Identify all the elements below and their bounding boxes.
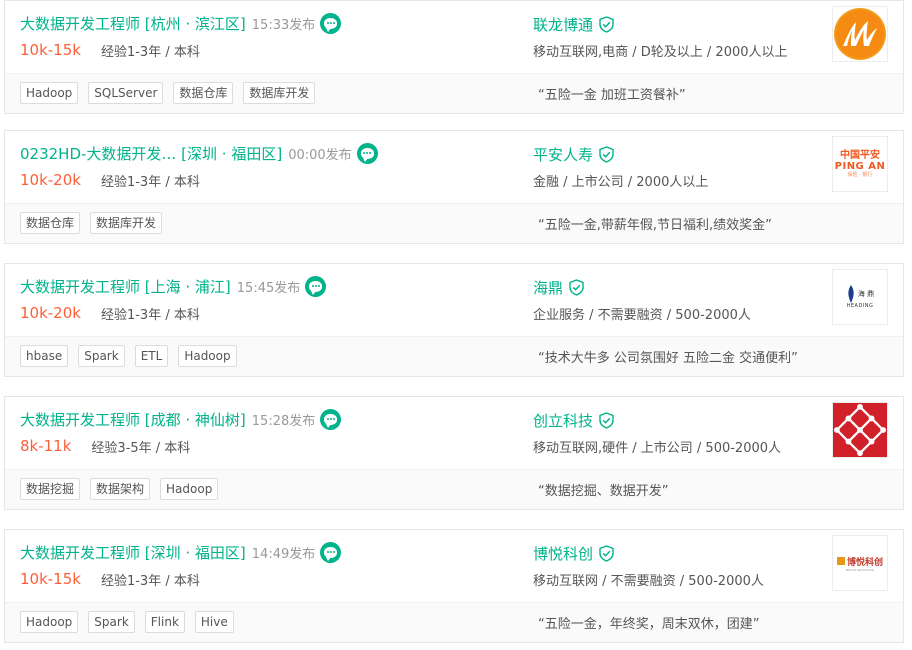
publish-time: 00:00发布 [288,147,352,163]
job-card[interactable]: 0232HD-大数据开发… [深圳 · 福田区] 00:00发布 10k-20k… [4,130,904,244]
skill-tag[interactable]: 数据架构 [90,478,151,500]
salary: 10k-20k [20,304,81,322]
boyue-mark-icon [836,557,845,565]
job-title-link[interactable]: 大数据开发工程师 [杭州 · 滨江区] [20,13,246,34]
skill-tag[interactable]: Hive [194,611,234,633]
skill-tag[interactable]: Hadoop [20,82,79,104]
company-name-link[interactable]: 创立科技 [533,410,593,431]
company-name-link[interactable]: 平安人寿 [533,144,593,165]
salary: 10k-20k [20,171,81,189]
job-title-link[interactable]: 大数据开发工程师 [上海 · 浦江] [20,276,231,297]
company-logo[interactable] [832,402,888,458]
job-title-link[interactable]: 0232HD-大数据开发… [深圳 · 福田区] [20,143,282,164]
company-benefit: “五险一金，年终奖，周末双休，团建” [538,617,760,632]
chat-icon[interactable] [320,12,342,34]
publish-time: 15:28发布 [251,413,316,429]
job-card[interactable]: 大数据开发工程师 [深圳 · 福田区] 14:49发布 10k-15k 经验1-… [4,529,904,643]
company-industry: 企业服务 / 不需要融资 / 500-2000人 [533,308,751,323]
skill-tag[interactable]: Hadoop [178,345,237,367]
publish-time: 15:45发布 [236,280,301,296]
company-benefit: “数据挖掘、数据开发” [538,484,669,499]
skill-tag[interactable]: ETL [134,345,169,367]
company-name-link[interactable]: 博悦科创 [533,543,593,564]
publish-time: 15:33发布 [251,17,316,33]
skill-tag[interactable]: Hadoop [160,478,219,500]
company-industry: 移动互联网,电商 / D轮及以上 / 2000人以上 [533,45,788,60]
job-requirement: 经验1-3年 / 本科 [100,174,200,190]
chat-icon[interactable] [320,541,342,563]
heading-mark-icon [848,285,854,303]
job-requirement: 经验3-5年 / 本科 [91,440,191,456]
company-industry: 移动互联网,硬件 / 上市公司 / 500-2000人 [533,441,782,456]
logo-text: HEADING [846,303,874,309]
job-card[interactable]: 大数据开发工程师 [上海 · 浦江] 15:45发布 10k-20k 经验1-3… [4,263,904,377]
company-logo[interactable]: 中国平安 PING AN 保险 · 银行 [832,136,888,192]
skill-tag[interactable]: Spark [88,611,135,633]
company-benefit: “五险一金 加班工资餐补” [538,88,686,103]
salary: 8k-11k [20,437,72,455]
skill-tag[interactable]: Spark [78,345,125,367]
chat-icon[interactable] [320,408,342,430]
skill-tag[interactable]: 数据库开发 [243,82,316,104]
job-requirement: 经验1-3年 / 本科 [100,307,200,323]
skill-tag[interactable]: 数据仓库 [173,82,234,104]
skill-tag[interactable]: 数据库开发 [90,212,163,234]
logo-text: PING AN [834,160,886,172]
company-logo[interactable] [832,6,888,62]
salary: 10k-15k [20,41,81,59]
skill-tag[interactable]: Flink [144,611,185,633]
logo-text: 博悦科创 [846,557,883,568]
skill-tag[interactable]: 数据挖掘 [20,478,81,500]
salary: 10k-15k [20,570,81,588]
company-name-link[interactable]: 联龙博通 [533,14,593,35]
verified-shield-icon [598,411,615,429]
verified-shield-icon [598,15,615,33]
verified-shield-icon [598,145,615,163]
verified-shield-icon [598,544,615,562]
company-industry: 金融 / 上市公司 / 2000人以上 [533,175,709,190]
job-requirement: 经验1-3年 / 本科 [100,44,200,60]
company-benefit: “技术大牛多 公司氛围好 五险二金 交通便利” [538,351,798,366]
company-name-link[interactable]: 海鼎 [533,277,563,298]
chat-icon[interactable] [305,275,327,297]
job-card[interactable]: 大数据开发工程师 [杭州 · 滨江区] 15:33发布 10k-15k 经验1-… [4,0,904,114]
chat-icon[interactable] [356,142,378,164]
company-logo[interactable]: 博悦科创 BOYUE KECHUANG [832,535,888,591]
skill-tag[interactable]: hbase [20,345,69,367]
logo-text: 中国平安 [840,149,880,161]
skill-tag[interactable]: SQLServer [88,82,164,104]
job-requirement: 经验1-3年 / 本科 [100,573,200,589]
skill-tag[interactable]: Hadoop [20,611,79,633]
company-industry: 移动互联网 / 不需要融资 / 500-2000人 [533,574,764,589]
publish-time: 14:49发布 [251,546,316,562]
logo-text: BOYUE KECHUANG [845,567,875,572]
job-title-link[interactable]: 大数据开发工程师 [成都 · 神仙树] [20,409,246,430]
logo-text: 保险 · 银行 [847,171,873,178]
skill-tag[interactable]: 数据仓库 [20,212,81,234]
job-title-link[interactable]: 大数据开发工程师 [深圳 · 福田区] [20,542,246,563]
logo-text: 海 鼎 [857,290,875,298]
company-benefit: “五险一金,带薪年假,节日福利,绩效奖金” [538,218,772,233]
job-card[interactable]: 大数据开发工程师 [成都 · 神仙树] 15:28发布 8k-11k 经验3-5… [4,396,904,510]
company-logo[interactable]: 海 鼎 HEADING [832,269,888,325]
verified-shield-icon [568,278,585,296]
